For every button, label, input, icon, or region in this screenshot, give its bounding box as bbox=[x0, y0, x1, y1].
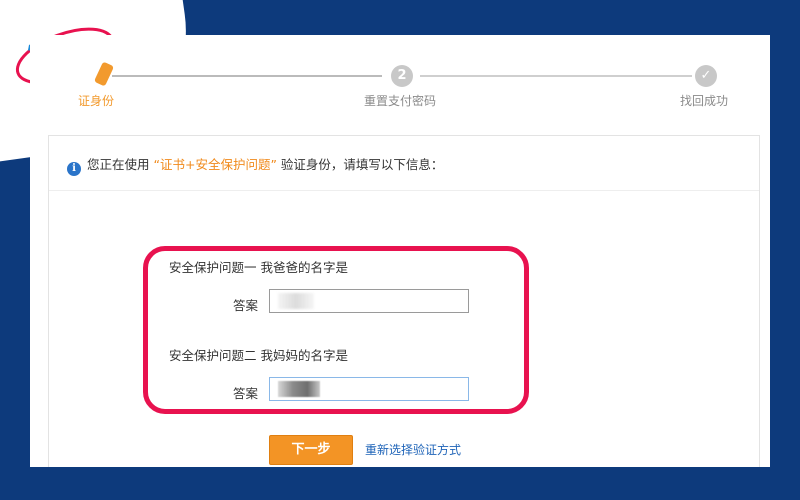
progress-stepper: 2 ✓ 证身份 重置支付密码 找回成功 bbox=[30, 35, 770, 125]
security-question-1: 安全保护问题一 我爸爸的名字是 bbox=[169, 260, 348, 275]
info-suffix: 验证身份，请填写以下信息： bbox=[280, 157, 444, 172]
answer-1-label: 答案 bbox=[233, 298, 259, 313]
next-step-button[interactable]: 下一步 bbox=[269, 435, 353, 465]
info-message: i 您正在使用 “证书+安全保护问题” 验证身份，请填写以下信息： bbox=[67, 154, 443, 176]
step-3-check-icon: ✓ bbox=[695, 65, 717, 87]
info-method-highlight: “证书+安全保护问题” bbox=[153, 157, 277, 172]
step-2-dot: 2 bbox=[391, 65, 413, 87]
step-connector bbox=[112, 75, 382, 77]
step-3-label: 找回成功 bbox=[680, 94, 729, 108]
blurred-answer-1 bbox=[278, 293, 314, 309]
info-prefix: 您正在使用 bbox=[87, 157, 150, 172]
reselect-verification-link[interactable]: 重新选择验证方式 bbox=[365, 441, 461, 458]
answer-1-input[interactable] bbox=[269, 289, 469, 313]
form-container: i 您正在使用 “证书+安全保护问题” 验证身份，请填写以下信息： 安全保护问题一… bbox=[48, 135, 760, 467]
divider bbox=[49, 190, 759, 191]
step-1-label: 证身份 bbox=[78, 94, 115, 108]
answer-2-label: 答案 bbox=[233, 386, 259, 401]
answer-2-input[interactable] bbox=[269, 377, 469, 401]
verification-panel: 2 ✓ 证身份 重置支付密码 找回成功 i 您正在使用 “证书+安全保护问题” 验… bbox=[30, 35, 770, 467]
security-question-2: 安全保护问题二 我妈妈的名字是 bbox=[169, 348, 348, 363]
blurred-answer-2 bbox=[278, 381, 320, 397]
info-icon: i bbox=[67, 162, 81, 176]
active-step-marker bbox=[93, 61, 115, 87]
step-2-label: 重置支付密码 bbox=[364, 94, 437, 108]
step-connector bbox=[420, 75, 692, 77]
